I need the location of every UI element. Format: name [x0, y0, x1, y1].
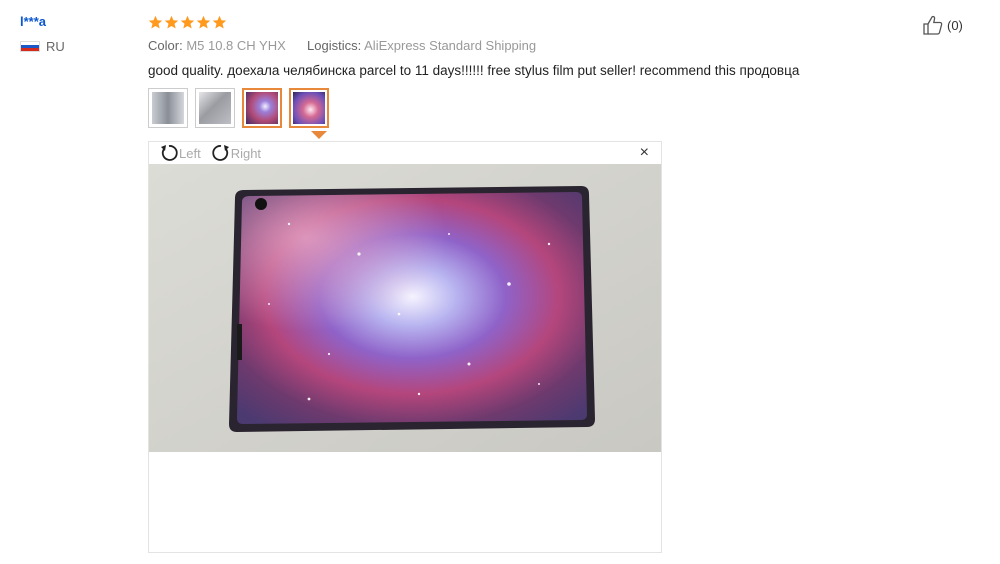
review-text: good quality. доехала челябинска parcel … [148, 63, 800, 78]
helpful-count: (0) [947, 17, 963, 33]
viewer-toolbar: Left Right × [149, 142, 661, 164]
reviewer-info: l***a RU [20, 14, 65, 54]
thumbs-up-icon [923, 15, 943, 35]
country-code: RU [46, 39, 65, 54]
review-body: Color: M5 10.8 CH YHX Logistics: AliExpr… [148, 12, 908, 128]
reviewer-name: l***a [20, 14, 47, 29]
star-rating [148, 12, 908, 32]
rotate-left-button[interactable]: Left [159, 143, 201, 163]
photo-viewer: Left Right × [148, 141, 662, 553]
star-icon [212, 15, 227, 28]
thumbnail-photo-1[interactable] [148, 88, 188, 128]
order-attributes: Color: M5 10.8 CH YHX Logistics: AliExpr… [148, 38, 908, 53]
photo-thumbnails [148, 88, 908, 128]
star-icon [148, 15, 163, 28]
rotate-right-label: Right [230, 145, 262, 161]
close-icon[interactable]: × [640, 145, 649, 161]
thumbnail-photo-2[interactable] [195, 88, 235, 128]
helpful-button[interactable]: (0) [922, 14, 963, 36]
thumbnail-photo-3[interactable] [242, 88, 282, 128]
star-icon [196, 15, 211, 28]
logistics-value: AliExpress Standard Shipping [364, 38, 537, 53]
review-photo [149, 164, 661, 452]
star-icon [164, 15, 179, 28]
color-value: M5 10.8 CH YHX [186, 38, 286, 53]
selected-thumbnail-pointer [311, 131, 327, 139]
russia-flag-icon [20, 41, 40, 52]
rotate-left-icon [161, 145, 178, 161]
rotate-left-label: Left [179, 145, 201, 161]
tablet-case-photo [149, 164, 661, 452]
rotate-right-button[interactable]: Right [211, 143, 261, 163]
star-icon [180, 15, 195, 28]
reviewer-country: RU [20, 39, 65, 54]
logistics-label: Logistics: [307, 38, 362, 53]
thumbnail-photo-4[interactable] [289, 88, 329, 128]
color-label: Color: [148, 38, 183, 53]
rotate-right-icon [212, 145, 229, 161]
